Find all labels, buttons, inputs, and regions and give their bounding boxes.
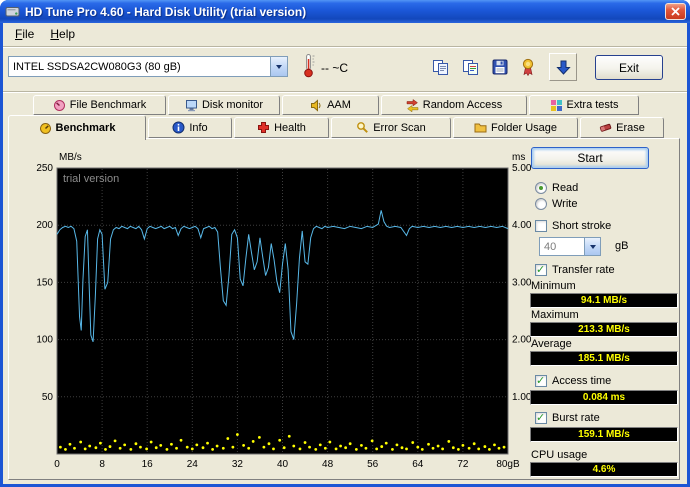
tab-label: Info bbox=[189, 121, 208, 134]
tab-label: File Benchmark bbox=[69, 99, 147, 111]
start-button[interactable]: Start bbox=[531, 147, 649, 169]
tab-folder-usage[interactable]: Folder Usage bbox=[453, 117, 578, 138]
divider bbox=[3, 91, 687, 93]
extra-tests-icon bbox=[550, 99, 562, 111]
tab-error-scan[interactable]: Error Scan bbox=[331, 117, 451, 138]
short-stroke-checkbox[interactable] bbox=[535, 220, 547, 232]
award-button[interactable] bbox=[515, 54, 541, 80]
tab-random-access[interactable]: Random Access bbox=[381, 95, 527, 115]
floppy-disk-icon bbox=[492, 59, 508, 75]
minimum-label: Minimum bbox=[531, 280, 576, 292]
tab-label: Error Scan bbox=[373, 121, 426, 134]
access-time-checkbox[interactable] bbox=[535, 374, 547, 387]
capture-button[interactable] bbox=[549, 53, 577, 81]
write-label: Write bbox=[552, 198, 578, 210]
copy-color-pages-icon bbox=[462, 59, 478, 75]
tab-label: Benchmark bbox=[55, 122, 116, 134]
transfer-rate-row[interactable]: Transfer rate bbox=[535, 263, 615, 276]
read-radio-row[interactable]: Read bbox=[535, 182, 578, 194]
tab-label: Random Access bbox=[422, 99, 503, 111]
thermometer-icon bbox=[303, 53, 316, 83]
menu-file[interactable]: File bbox=[7, 25, 42, 43]
menu-help[interactable]: Help bbox=[42, 25, 83, 43]
dropdown-arrow-icon[interactable] bbox=[270, 57, 287, 76]
save-button[interactable] bbox=[487, 54, 513, 80]
transfer-rate-checkbox[interactable] bbox=[535, 263, 547, 276]
drive-select[interactable]: INTEL SSDSA2CW080G3 (80 gB) bbox=[8, 56, 288, 77]
access-time-label: Access time bbox=[552, 375, 612, 387]
tab-erase[interactable]: Erase bbox=[580, 117, 664, 138]
average-label: Average bbox=[531, 338, 572, 350]
short-stroke-unit-label: gB bbox=[615, 240, 629, 252]
tab-benchmark[interactable]: Benchmark bbox=[8, 115, 146, 140]
copy-text-button[interactable] bbox=[427, 54, 453, 80]
cpu-usage-label: CPU usage bbox=[531, 449, 588, 461]
down-arrow-icon bbox=[555, 60, 571, 75]
tab-label: Disk monitor bbox=[201, 99, 264, 111]
access-time-value: 0.084 ms bbox=[530, 390, 678, 405]
burst-rate-value: 159.1 MB/s bbox=[530, 427, 678, 442]
short-stroke-label: Short stroke bbox=[552, 220, 612, 232]
short-stroke-size-value: 40 bbox=[544, 240, 557, 253]
transfer-rate-label: Transfer rate bbox=[552, 264, 615, 276]
write-radio-row[interactable]: Write bbox=[535, 198, 577, 210]
close-icon bbox=[671, 7, 680, 16]
titlebar: HD Tune Pro 4.60 - Hard Disk Utility (tr… bbox=[0, 0, 690, 23]
disk-monitor-icon bbox=[185, 99, 197, 111]
benchmark-gauge-icon bbox=[39, 122, 51, 134]
read-label: Read bbox=[552, 182, 579, 194]
folder-icon bbox=[474, 123, 487, 133]
file-benchmark-icon bbox=[53, 99, 65, 111]
maximum-value: 213.3 MB/s bbox=[530, 322, 678, 337]
burst-rate-checkbox[interactable] bbox=[535, 411, 547, 424]
burst-rate-label: Burst rate bbox=[552, 412, 600, 424]
burst-rate-row[interactable]: Burst rate bbox=[535, 411, 600, 424]
speaker-icon bbox=[311, 98, 321, 112]
short-stroke-row[interactable]: Short stroke bbox=[535, 220, 611, 232]
tab-label: Folder Usage bbox=[490, 121, 558, 134]
random-access-icon bbox=[406, 99, 418, 112]
tab-disk-monitor[interactable]: Disk monitor bbox=[168, 95, 280, 115]
tab-health[interactable]: Health bbox=[234, 117, 329, 138]
tab-strip-secondary: File Benchmark Disk monitor AAM Random A… bbox=[33, 95, 639, 115]
exit-button[interactable]: Exit bbox=[595, 55, 663, 80]
app-icon bbox=[5, 4, 21, 20]
minimum-value: 94.1 MB/s bbox=[530, 293, 678, 308]
tab-label: Health bbox=[274, 121, 306, 134]
tab-extra-tests[interactable]: Extra tests bbox=[529, 95, 639, 115]
gold-seal-icon bbox=[522, 58, 534, 76]
window-title: HD Tune Pro 4.60 - Hard Disk Utility (tr… bbox=[25, 4, 307, 19]
drive-select-value: INTEL SSDSA2CW080G3 (80 gB) bbox=[13, 60, 181, 73]
tab-info[interactable]: Info bbox=[148, 117, 232, 138]
tab-aam[interactable]: AAM bbox=[282, 95, 379, 115]
copy-pages-icon bbox=[432, 59, 448, 75]
app-window: HD Tune Pro 4.60 - Hard Disk Utility (tr… bbox=[0, 0, 690, 487]
divider bbox=[3, 46, 687, 48]
cpu-usage-value: 4.6% bbox=[530, 462, 678, 477]
close-button[interactable] bbox=[665, 3, 686, 20]
tab-label: Extra tests bbox=[566, 99, 619, 111]
average-value: 185.1 MB/s bbox=[530, 351, 678, 366]
eraser-icon bbox=[600, 123, 612, 132]
dropdown-arrow-icon[interactable] bbox=[584, 238, 600, 255]
write-radio[interactable] bbox=[535, 198, 547, 210]
tab-label: Erase bbox=[616, 121, 645, 134]
window-client: File Help INTEL SSDSA2CW080G3 (80 gB) --… bbox=[3, 23, 687, 484]
copy-image-button[interactable] bbox=[457, 54, 483, 80]
maximum-label: Maximum bbox=[531, 309, 579, 321]
menubar: File Help bbox=[3, 23, 687, 45]
read-radio[interactable] bbox=[535, 182, 547, 194]
info-icon bbox=[172, 121, 185, 134]
tab-strip-primary: Benchmark Info Health Error Scan Folder … bbox=[8, 115, 664, 140]
access-time-row[interactable]: Access time bbox=[535, 374, 612, 387]
magnifier-icon bbox=[357, 122, 369, 133]
health-cross-icon bbox=[258, 122, 270, 133]
temperature-value: -- ~C bbox=[321, 61, 348, 75]
tab-file-benchmark[interactable]: File Benchmark bbox=[33, 95, 166, 115]
short-stroke-size-select[interactable]: 40 bbox=[539, 237, 601, 256]
tab-label: AAM bbox=[327, 99, 351, 111]
